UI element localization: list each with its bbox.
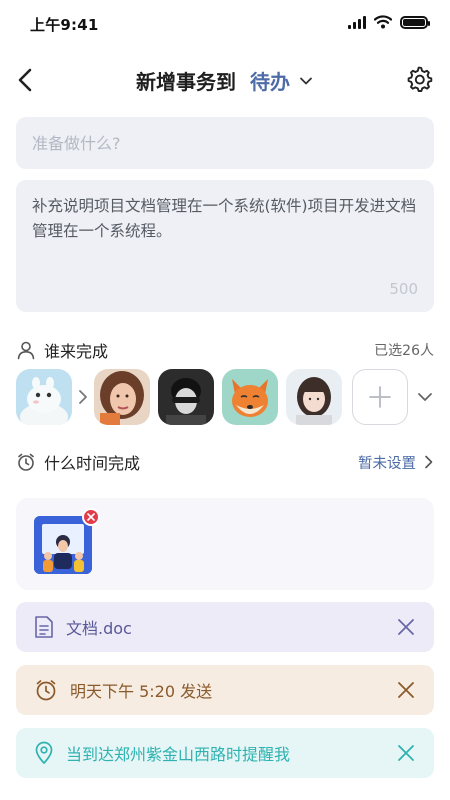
chevron-down-icon[interactable] <box>416 389 434 405</box>
avatar-woman-portrait[interactable] <box>94 369 150 425</box>
image-attachment-card <box>16 498 434 590</box>
alarm-clock-icon <box>36 680 56 701</box>
avatar-moomin[interactable] <box>16 369 72 425</box>
status-bar: 上午9:41 <box>0 0 450 46</box>
plus-icon <box>369 386 391 408</box>
schedule-label: 什么时间完成 <box>44 454 141 473</box>
alarm-clock-icon <box>18 453 34 471</box>
gear-icon[interactable] <box>404 64 434 94</box>
header: 新增事务到 待办 <box>0 56 450 104</box>
chevron-right-icon <box>425 455 433 469</box>
time-reminder[interactable]: 明天下午 5:20 发送 <box>16 665 434 715</box>
document-icon <box>35 616 53 638</box>
schedule-value[interactable]: 暂未设置 <box>358 452 416 473</box>
wifi-icon <box>374 15 392 29</box>
location-reminder[interactable]: 当到达郑州紫金山西路时提醒我 <box>16 728 434 778</box>
add-assignee-button[interactable] <box>352 369 408 425</box>
location-pin-icon <box>35 741 53 764</box>
selected-count: 已选26人 <box>374 343 434 359</box>
description-text: 补充说明项目文档管理在一个系统(软件)项目开发进文档管理在一个系统程。 <box>32 197 417 240</box>
close-icon <box>87 513 95 521</box>
document-attachment[interactable]: 文档.doc <box>16 602 434 652</box>
cellular-signal-icon <box>348 15 366 29</box>
description-field[interactable]: 补充说明项目文档管理在一个系统(软件)项目开发进文档管理在一个系统程。 500 <box>16 180 434 312</box>
status-dropdown[interactable]: 待办 <box>250 66 290 95</box>
time-reminder-text: 明天下午 5:20 发送 <box>70 682 213 701</box>
status-time: 上午9:41 <box>30 16 99 34</box>
chevron-down-icon[interactable] <box>298 73 314 89</box>
page-title: 新增事务到 <box>136 70 236 94</box>
user-icon <box>17 341 35 360</box>
close-icon[interactable] <box>396 617 416 637</box>
arrow-right-icon <box>79 390 87 404</box>
battery-icon <box>400 15 430 29</box>
task-title-input[interactable] <box>16 117 434 169</box>
assignee-section-header: 谁来完成 已选26人 <box>16 337 434 363</box>
schedule-section-header[interactable]: 什么时间完成 暂未设置 <box>16 449 434 475</box>
schedule-value-wrap[interactable]: 暂未设置 <box>358 452 434 473</box>
char-count: 500 <box>389 280 418 298</box>
header-title: 新增事务到 待办 <box>0 66 450 95</box>
close-icon[interactable] <box>396 680 416 700</box>
avatar-fox-cartoon[interactable] <box>222 369 278 425</box>
image-thumbnail[interactable] <box>34 516 92 574</box>
avatar-man-bw[interactable] <box>158 369 214 425</box>
remove-image-button[interactable] <box>82 508 100 526</box>
location-reminder-text: 当到达郑州紫金山西路时提醒我 <box>66 745 291 764</box>
avatar-girl-snow[interactable] <box>286 369 342 425</box>
assignee-avatar-list <box>14 369 436 427</box>
status-icons <box>348 15 430 29</box>
close-icon[interactable] <box>396 743 416 763</box>
document-name: 文档.doc <box>66 619 132 638</box>
assignee-label: 谁来完成 <box>44 342 109 361</box>
